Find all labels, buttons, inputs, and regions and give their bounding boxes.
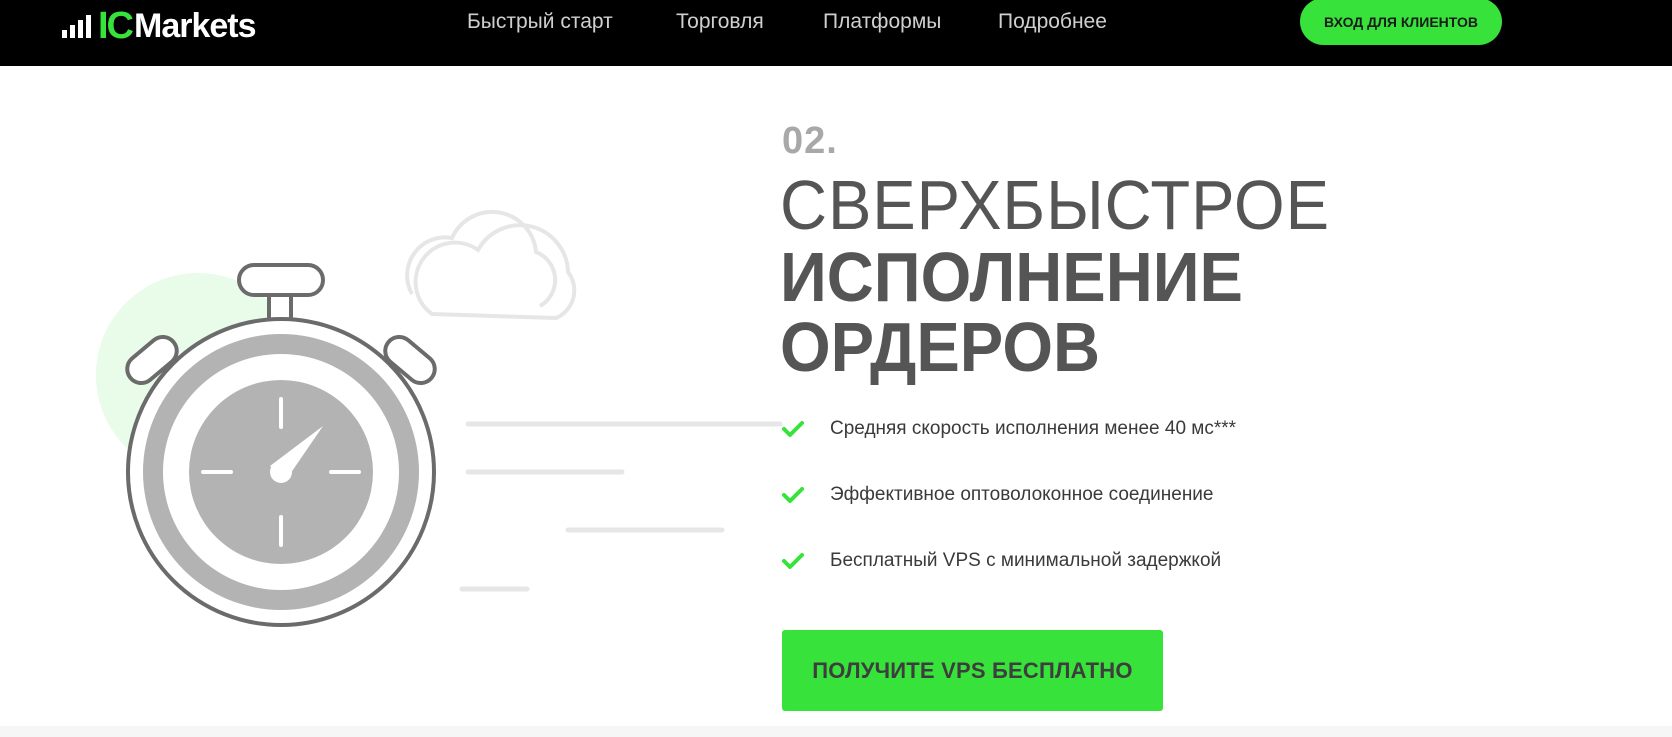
nav-item-platforms[interactable]: Платформы: [823, 10, 941, 34]
hero-title-line1: СВЕРХБЫСТРОЕ: [780, 166, 1330, 244]
hero-title-line3: ОРДЕРОВ: [780, 308, 1100, 386]
feature-text: Бесплатный VPS с минимальной задержкой: [830, 550, 1222, 571]
list-item: Средняя скорость исполнения менее 40 мс*…: [782, 418, 1236, 440]
stopwatch-icon: [96, 209, 783, 627]
check-icon: [782, 487, 804, 503]
nav-item-more[interactable]: Подробнее: [998, 10, 1107, 34]
nav-item-trading[interactable]: Торговля: [676, 10, 764, 34]
check-icon: [782, 421, 804, 437]
feature-text: Эффективное оптоволоконное соединение: [830, 484, 1214, 505]
step-number: 02.: [782, 120, 838, 162]
stopwatch-illustration: [0, 66, 790, 726]
top-navigation-bar: IC Markets Быстрый старт Торговля Платфо…: [0, 0, 1672, 66]
logo-bars-icon: [62, 14, 94, 38]
get-free-vps-button[interactable]: ПОЛУЧИТЕ VPS БЕСПЛАТНО: [782, 630, 1163, 711]
section-divider: [0, 726, 1672, 737]
list-item: Бесплатный VPS с минимальной задержкой: [782, 550, 1221, 572]
ic-markets-logo[interactable]: IC Markets: [62, 2, 278, 50]
hero-title-line2: ИСПОЛНЕНИЕ: [780, 238, 1243, 316]
feature-text: Средняя скорость исполнения менее 40 мс*…: [830, 418, 1237, 439]
client-login-button[interactable]: ВХОД ДЛЯ КЛИЕНТОВ: [1300, 0, 1502, 45]
nav-item-quick-start[interactable]: Быстрый старт: [467, 10, 613, 34]
list-item: Эффективное оптоволоконное соединение: [782, 484, 1214, 506]
logo-markets-text: Markets: [134, 7, 257, 45]
check-icon: [782, 553, 804, 569]
logo-ic-text: IC: [98, 5, 134, 47]
